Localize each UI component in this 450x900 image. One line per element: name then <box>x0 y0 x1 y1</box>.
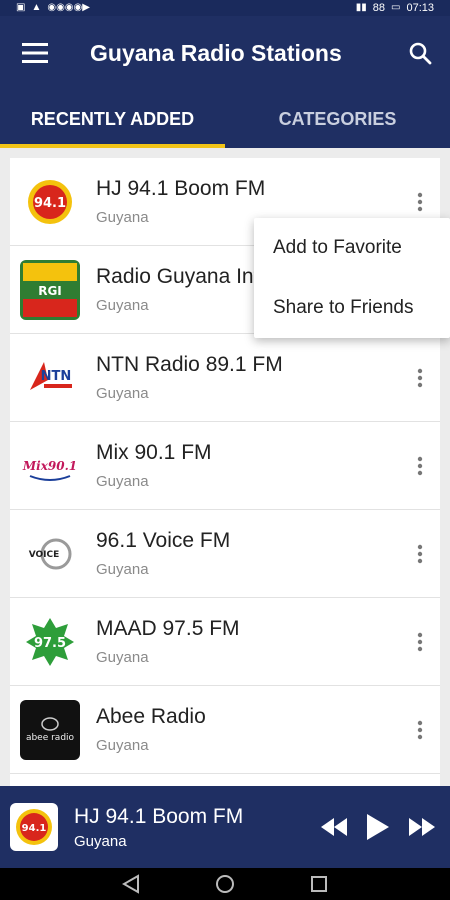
add-to-favorite-menu-item[interactable]: Add to Favorite <box>254 218 450 278</box>
station-text: Abee Radio Guyana <box>96 705 400 754</box>
fast-forward-icon[interactable] <box>402 805 442 849</box>
status-time: 07:13 <box>406 2 434 14</box>
tab-bar: RECENTLY ADDED CATEGORIES <box>0 90 450 148</box>
tab-categories[interactable]: CATEGORIES <box>225 90 450 148</box>
station-country: Guyana <box>96 385 149 402</box>
player-text: HJ 94.1 Boom FM Guyana <box>74 805 314 850</box>
battery-level: 88 <box>372 2 386 14</box>
station-name: 96.1 Voice FM <box>96 529 231 552</box>
list-item[interactable]: Mix90.1 Mix 90.1 FM Guyana <box>10 422 440 510</box>
player-controls <box>314 805 442 849</box>
station-country: Guyana <box>96 737 149 754</box>
more-vert-icon[interactable] <box>400 334 440 422</box>
station-logo-text: abee radio <box>26 733 75 743</box>
station-name: Mix 90.1 FM <box>96 441 212 464</box>
station-text: 96.1 Voice FM Guyana <box>96 529 400 578</box>
status-left: ▣ ▲ ◉◉◉◉▶ <box>16 3 90 13</box>
status-right: ▮▮ 88 ▭ 07:13 <box>356 2 434 14</box>
station-logo-text: NTN <box>41 369 72 384</box>
station-country: Guyana <box>96 561 149 578</box>
overflow-popup-menu: Add to Favorite Share to Friends <box>254 218 450 338</box>
list-item[interactable]: VOICE 96.1 Voice FM Guyana <box>10 510 440 598</box>
list-item[interactable]: abee radio Abee Radio Guyana <box>10 686 440 774</box>
page-title: Guyana Radio Stations <box>90 39 342 66</box>
more-vert-icon[interactable] <box>400 422 440 510</box>
station-name: MAAD 97.5 FM <box>96 617 240 640</box>
hamburger-menu-icon[interactable] <box>0 16 70 90</box>
player-subtitle: Guyana <box>74 832 127 850</box>
app-icons: ◉◉◉◉▶ <box>47 2 90 13</box>
search-icon[interactable] <box>390 16 450 90</box>
station-logo: VOICE <box>20 524 80 584</box>
app-bar: Guyana Radio Stations <box>0 16 450 90</box>
station-country: Guyana <box>96 649 149 666</box>
station-logo-text: RGI <box>38 284 62 298</box>
recents-icon[interactable] <box>307 872 331 896</box>
more-vert-icon[interactable] <box>400 686 440 774</box>
list-item[interactable]: 97.5 MAAD 97.5 FM Guyana <box>10 598 440 686</box>
station-logo: 94.1 <box>20 172 80 232</box>
play-icon[interactable] <box>358 805 398 849</box>
more-vert-icon[interactable] <box>400 510 440 598</box>
list-item[interactable]: NTN NTN Radio 89.1 FM Guyana <box>10 334 440 422</box>
more-vert-icon[interactable] <box>400 598 440 686</box>
station-country: Guyana <box>96 473 149 490</box>
station-logo-text: Mix90.1 <box>22 459 77 473</box>
station-logo-text: VOICE <box>29 550 60 560</box>
station-logo: Mix90.1 <box>20 436 80 496</box>
player-title: HJ 94.1 Boom FM <box>74 804 244 828</box>
station-logo: RGI <box>20 259 80 320</box>
now-playing-bar[interactable]: 94.1 HJ 94.1 Boom FM Guyana <box>0 786 450 868</box>
station-name: Abee Radio <box>96 705 206 728</box>
station-text: NTN Radio 89.1 FM Guyana <box>96 353 400 402</box>
home-icon[interactable] <box>213 872 237 896</box>
share-to-friends-menu-item[interactable]: Share to Friends <box>254 278 450 338</box>
player-station-logo: 94.1 <box>10 803 58 851</box>
station-logo: NTN <box>20 348 80 408</box>
back-icon[interactable] <box>119 872 143 896</box>
rewind-icon[interactable] <box>314 805 354 849</box>
station-logo: abee radio <box>20 699 80 760</box>
player-logo-text: 94.1 <box>22 823 47 834</box>
status-bar: ▣ ▲ ◉◉◉◉▶ ▮▮ 88 ▭ 07:13 <box>0 0 450 16</box>
notification-icon: ▣ <box>16 2 26 13</box>
signal-bars-icon: ▮▮ <box>355 2 367 13</box>
station-text: Mix 90.1 FM Guyana <box>96 441 400 490</box>
station-logo-text: 97.5 <box>34 636 66 651</box>
battery-icon: ▭ <box>391 2 401 13</box>
tab-recently-added[interactable]: RECENTLY ADDED <box>0 90 225 148</box>
station-logo: 97.5 <box>20 612 80 672</box>
station-text: MAAD 97.5 FM Guyana <box>96 617 400 666</box>
station-name: NTN Radio 89.1 FM <box>96 353 283 376</box>
signal-icon: ▲ <box>31 2 42 13</box>
station-logo-text: 94.1 <box>34 196 66 211</box>
station-name: HJ 94.1 Boom FM <box>96 177 266 200</box>
system-nav-bar <box>0 868 450 900</box>
